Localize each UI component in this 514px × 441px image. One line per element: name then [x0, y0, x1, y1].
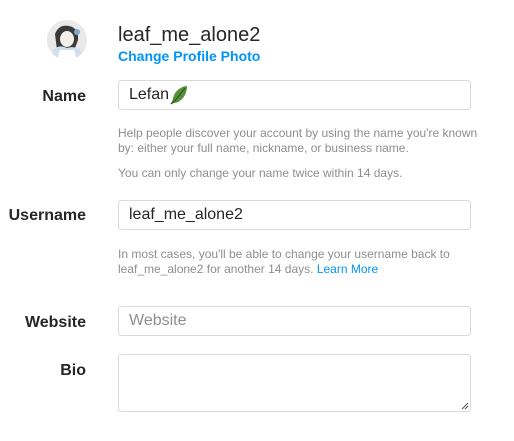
bio-textarea[interactable]: [118, 354, 471, 412]
username-help-body: In most cases, you'll be able to change …: [118, 247, 450, 276]
username-value: leaf_me_alone2: [129, 206, 243, 223]
username-field[interactable]: leaf_me_alone2: [118, 200, 471, 230]
username-label: Username: [8, 207, 86, 224]
name-field[interactable]: Lefan: [118, 80, 471, 110]
change-profile-photo-link[interactable]: Change Profile Photo: [118, 47, 260, 65]
name-label: Name: [42, 88, 86, 105]
name-help-text: Help people discover your account by usi…: [118, 126, 478, 155]
avatar[interactable]: [47, 20, 87, 60]
profile-username: leaf_me_alone2: [118, 24, 261, 46]
name-change-limit-note: You can only change your name twice with…: [118, 166, 403, 180]
avatar-image: [47, 20, 87, 60]
username-help-text: In most cases, you'll be able to change …: [118, 247, 478, 277]
bio-label: Bio: [60, 362, 86, 379]
bio-container: [118, 354, 471, 412]
website-label: Website: [24, 314, 86, 331]
learn-more-link[interactable]: Learn More: [317, 262, 378, 276]
website-input[interactable]: [118, 306, 471, 336]
resize-handle-icon[interactable]: [461, 402, 469, 410]
name-value: Lefan: [129, 86, 170, 103]
leaf-icon: [170, 85, 188, 105]
